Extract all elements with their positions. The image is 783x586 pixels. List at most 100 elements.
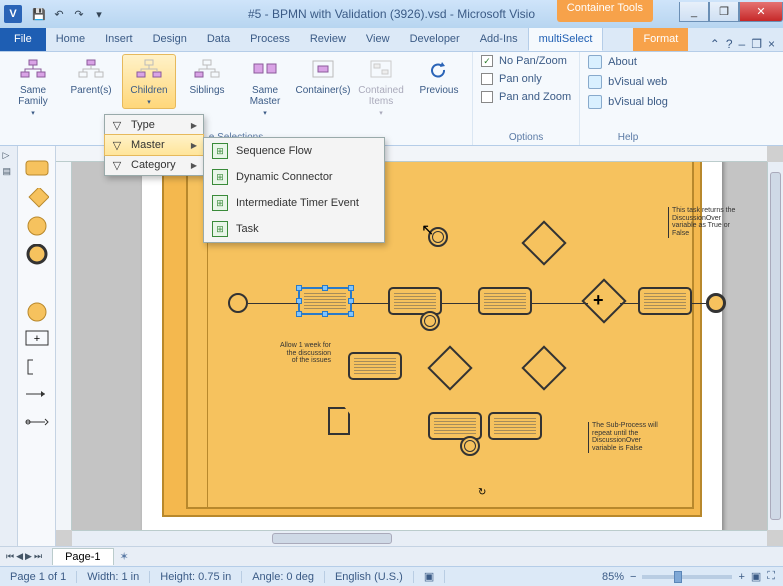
submenu-arrow-icon: ▶ [191, 141, 197, 150]
table-icon: ⊞ [212, 221, 228, 237]
annotation-left[interactable]: Allow 1 week for the discussion of the i… [276, 342, 331, 365]
tab-process[interactable]: Process [240, 27, 300, 51]
bpmn-task-selected[interactable] [298, 287, 352, 315]
tab-insert[interactable]: Insert [95, 27, 143, 51]
tab-multiselect[interactable]: multiSelect [528, 27, 604, 51]
annotation-top[interactable]: This task returns the DiscussionOver var… [668, 207, 738, 238]
previous-button[interactable]: Previous [412, 54, 466, 99]
bpmn-task[interactable] [478, 287, 532, 315]
containers-button[interactable]: Container(s) [296, 54, 350, 99]
submenu-task[interactable]: ⊞Task [204, 216, 384, 242]
qat-more-icon[interactable]: ▾ [90, 5, 108, 23]
contained-items-icon [366, 58, 396, 82]
shape-gateway[interactable] [25, 188, 49, 206]
tab-view[interactable]: View [356, 27, 400, 51]
annotation-bottom[interactable]: The Sub-Process will repeat until the Di… [588, 422, 658, 453]
mdi-close-icon[interactable]: × [768, 37, 775, 51]
option-pan-only[interactable]: Pan only [479, 72, 544, 86]
option-pan-and-zoom[interactable]: Pan and Zoom [479, 90, 573, 104]
submenu-dynamic-connector[interactable]: ⊞Dynamic Connector [204, 164, 384, 190]
status-macro-icon[interactable]: ▣ [414, 570, 445, 583]
siblings-button[interactable]: Siblings [180, 54, 234, 99]
close-button[interactable]: ✕ [739, 2, 783, 22]
option-no-pan-zoom[interactable]: ✓No Pan/Zoom [479, 54, 569, 68]
children-label: Children [130, 85, 167, 96]
tab-review[interactable]: Review [300, 27, 356, 51]
children-button[interactable]: Children▾ [122, 54, 176, 109]
zoom-in-button[interactable]: + [738, 571, 744, 583]
undo-icon[interactable]: ↶ [50, 5, 68, 23]
bpmn-timer-event[interactable] [428, 227, 448, 247]
ribbon-minimize-icon[interactable]: ⌃ [710, 37, 720, 51]
shape-expanded-subprocess[interactable]: + [25, 330, 49, 348]
shape-event-thick[interactable] [25, 244, 49, 262]
zoom-out-button[interactable]: − [630, 571, 636, 583]
menu-item-master[interactable]: ▽ Master ▶ [104, 134, 204, 156]
file-tab[interactable]: File [0, 27, 46, 51]
shape-sequence-flow[interactable] [25, 386, 49, 404]
help-blog[interactable]: bVisual blog [586, 94, 670, 110]
bpmn-timer-event[interactable] [460, 436, 480, 456]
new-page-icon[interactable]: ✶ [120, 550, 129, 563]
same-master-button[interactable]: Same Master▾ [238, 54, 292, 120]
pointer-tool-icon[interactable]: ▷ [3, 150, 15, 162]
zoom-knob[interactable] [674, 571, 682, 583]
bpmn-task[interactable] [348, 352, 402, 380]
tab-data[interactable]: Data [197, 27, 240, 51]
page-tab-1[interactable]: Page-1 [52, 548, 113, 565]
shape-default-flow[interactable] [25, 414, 49, 432]
drawing-canvas[interactable]: ssion Cycle [72, 162, 767, 530]
group-shape-selections: Same Family▾ Parent(s) Children▾ Sibling… [0, 52, 473, 145]
fit-page-icon[interactable]: ▣ [751, 570, 761, 583]
restore-button[interactable]: ❐ [709, 2, 739, 22]
scroll-thumb[interactable] [272, 533, 392, 544]
bpmn-gateway[interactable] [427, 345, 472, 390]
fullscreen-icon[interactable]: ⛶ [767, 570, 775, 583]
redo-icon[interactable]: ↷ [70, 5, 88, 23]
horizontal-scrollbar[interactable] [72, 530, 767, 546]
shape-task[interactable] [25, 160, 49, 178]
minimize-button[interactable]: _ [679, 2, 709, 22]
same-family-button[interactable]: Same Family▾ [6, 54, 60, 120]
bpmn-gateway-plus[interactable] [581, 278, 626, 323]
status-language[interactable]: English (U.S.) [325, 571, 414, 583]
bpmn-start-event[interactable] [228, 293, 248, 313]
mdi-min-icon[interactable]: – [739, 37, 746, 51]
shape-event-alt[interactable] [25, 302, 49, 320]
tab-home[interactable]: Home [46, 27, 95, 51]
bpmn-task[interactable] [488, 412, 542, 440]
submenu-intermediate-timer[interactable]: ⊞Intermediate Timer Event [204, 190, 384, 216]
bpmn-gateway[interactable] [521, 345, 566, 390]
bpmn-end-event[interactable] [706, 293, 726, 313]
zoom-slider[interactable] [642, 575, 732, 579]
shapes-panel-icon[interactable]: ▤ [3, 166, 15, 178]
tab-format[interactable]: Format [633, 27, 688, 51]
shape-event-thin[interactable] [25, 216, 49, 234]
bpmn-gateway[interactable] [521, 220, 566, 265]
help-icon[interactable]: ? [726, 37, 733, 51]
tab-developer[interactable]: Developer [400, 27, 470, 51]
zoom-level[interactable]: 85% [602, 571, 624, 583]
help-about[interactable]: About [586, 54, 639, 70]
prev-page-icon[interactable]: ◀ [16, 551, 23, 562]
menu-item-type[interactable]: ▽ Type ▶ [105, 115, 203, 135]
mdi-restore-icon[interactable]: ❐ [751, 37, 762, 51]
next-page-icon[interactable]: ▶ [25, 551, 32, 562]
shape-text-annotation[interactable] [25, 358, 49, 376]
status-page: Page 1 of 1 [0, 571, 77, 583]
bpmn-timer-event[interactable] [420, 311, 440, 331]
menu-item-category[interactable]: ▽ Category ▶ [105, 155, 203, 175]
help-web[interactable]: bVisual web [586, 74, 669, 90]
vertical-scrollbar[interactable] [767, 162, 783, 530]
tab-addins[interactable]: Add-Ins [470, 27, 528, 51]
bpmn-data-object[interactable] [328, 407, 350, 435]
last-page-icon[interactable]: ⏭ [34, 551, 42, 562]
parents-button[interactable]: Parent(s) [64, 54, 118, 99]
first-page-icon[interactable]: ⏮ [6, 551, 14, 562]
left-tool-strip: ▷ ▤ [0, 146, 18, 546]
tab-design[interactable]: Design [143, 27, 197, 51]
bpmn-task[interactable] [638, 287, 692, 315]
save-icon[interactable]: 💾 [30, 5, 48, 23]
scroll-thumb[interactable] [770, 172, 781, 520]
submenu-sequence-flow[interactable]: ⊞Sequence Flow [204, 138, 384, 164]
